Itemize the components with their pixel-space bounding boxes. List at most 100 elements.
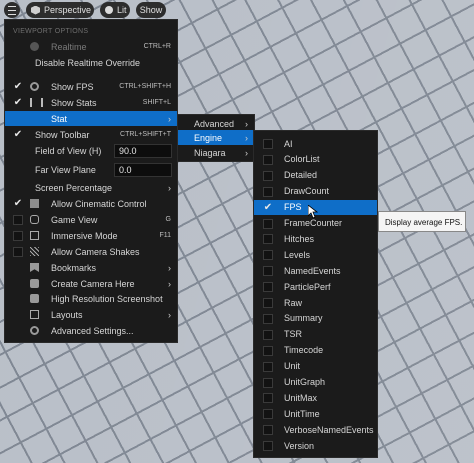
menu-item-show-stats[interactable]: ✔ Show Stats SHIFT+L: [5, 95, 177, 110]
engine-stat-label: DrawCount: [284, 186, 330, 197]
engine-stat-item-unit[interactable]: Unit: [254, 359, 377, 374]
stat-item-advanced[interactable]: Advanced ›: [178, 116, 254, 131]
menu-item-disable-realtime-override[interactable]: Disable Realtime Override: [5, 55, 177, 70]
engine-stat-label: TSR: [284, 329, 302, 340]
screenshot-icon: [30, 294, 39, 303]
layout-icon: [30, 310, 39, 319]
checkbox[interactable]: [263, 329, 273, 340]
menu-item-show-fps[interactable]: ✔ Show FPS CTRL+SHIFT+H: [5, 79, 177, 94]
engine-stat-item-tsr[interactable]: TSR: [254, 327, 377, 342]
chevron-right-icon: ›: [245, 132, 248, 143]
checkbox[interactable]: [263, 441, 273, 452]
stats-icon: [30, 98, 43, 107]
show-fps-shortcut: CTRL+SHIFT+H: [119, 83, 171, 90]
checkbox[interactable]: [263, 282, 273, 293]
engine-stat-label: Levels: [284, 249, 311, 260]
engine-stat-item-hitches[interactable]: Hitches: [254, 231, 377, 246]
menu-item-high-res-screenshot[interactable]: High Resolution Screenshot...: [5, 291, 177, 306]
realtime-shortcut: CTRL+R: [143, 43, 171, 50]
menu-item-allow-cinematic-control[interactable]: ✔ Allow Cinematic Control: [5, 196, 177, 211]
engine-stat-item-unittime[interactable]: UnitTime: [254, 406, 377, 421]
menu-item-show-toolbar[interactable]: ✔ Show Toolbar CTRL+SHIFT+T: [5, 127, 177, 142]
stat-item-niagara[interactable]: Niagara ›: [178, 145, 254, 160]
engine-stat-item-particleperf[interactable]: ParticlePerf: [254, 279, 377, 294]
engine-stat-item-unitgraph[interactable]: UnitGraph: [254, 375, 377, 390]
menu-item-game-view[interactable]: Game View G: [5, 212, 177, 227]
engine-stat-label: ParticlePerf: [284, 281, 331, 292]
stat-item-engine[interactable]: Engine ›: [178, 130, 254, 145]
lit-label: Lit: [117, 5, 127, 15]
lit-button[interactable]: Lit: [100, 2, 130, 18]
engine-stat-item-verbosenamedevents[interactable]: VerboseNamedEvents: [254, 422, 377, 437]
engine-stat-item-unitmax[interactable]: UnitMax: [254, 390, 377, 405]
viewport-options-menu: VIEWPORT OPTIONS Realtime CTRL+R Disable…: [4, 19, 178, 343]
bookmark-icon: [30, 263, 39, 272]
menu-icon: [8, 5, 16, 15]
engine-stat-label: AI: [284, 138, 293, 149]
engine-stat-label: UnitMax: [284, 392, 318, 403]
chevron-right-icon: ›: [168, 182, 171, 193]
engine-stat-item-drawcount[interactable]: DrawCount: [254, 184, 377, 199]
menu-item-screen-percentage[interactable]: Screen Percentage ›: [5, 180, 177, 195]
game-view-label: Game View: [51, 214, 98, 225]
engine-stat-label: Detailed: [284, 170, 318, 181]
cinematic-control-label: Allow Cinematic Control: [51, 198, 147, 209]
checkbox[interactable]: [263, 298, 273, 308]
checkbox[interactable]: [13, 247, 23, 257]
menu-item-create-camera-here[interactable]: Create Camera Here ›: [5, 276, 177, 291]
checkbox[interactable]: [263, 377, 273, 388]
checkbox[interactable]: [13, 215, 23, 225]
far-view-plane-input[interactable]: 0.0: [114, 163, 172, 177]
menu-item-bookmarks[interactable]: Bookmarks ›: [5, 260, 177, 275]
viewport-options-button[interactable]: [4, 2, 20, 18]
show-toolbar-shortcut: CTRL+SHIFT+T: [120, 131, 171, 138]
engine-stat-item-namedevents[interactable]: NamedEvents: [254, 263, 377, 278]
menu-item-layouts[interactable]: Layouts ›: [5, 307, 177, 322]
menu-item-realtime[interactable]: Realtime CTRL+R: [5, 39, 177, 54]
show-toolbar-label: Show Toolbar: [35, 129, 90, 140]
checkbox[interactable]: [263, 154, 273, 165]
engine-stat-item-raw[interactable]: Raw: [254, 295, 377, 310]
advanced-settings-label: Advanced Settings...: [51, 325, 134, 336]
fov-input[interactable]: 90.0: [114, 144, 172, 158]
sphere-icon: [105, 6, 113, 14]
checkbox[interactable]: [263, 186, 273, 197]
engine-stat-item-ai[interactable]: AI: [254, 136, 377, 151]
checkbox[interactable]: [263, 139, 273, 149]
checkmark-icon[interactable]: ✔: [263, 202, 273, 213]
camera-shake-icon: [30, 247, 39, 256]
checkbox[interactable]: [263, 345, 273, 356]
engine-stat-item-colorlist[interactable]: ColorList: [254, 152, 377, 167]
engine-stat-item-timecode[interactable]: Timecode: [254, 343, 377, 358]
checkbox[interactable]: [263, 250, 273, 261]
menu-item-allow-camera-shakes[interactable]: Allow Camera Shakes: [5, 244, 177, 259]
chevron-right-icon: ›: [168, 309, 171, 320]
checkbox[interactable]: [263, 234, 273, 245]
checkbox[interactable]: [263, 218, 273, 229]
engine-stat-item-levels[interactable]: Levels: [254, 247, 377, 262]
checkbox[interactable]: [13, 231, 23, 241]
checkbox[interactable]: [263, 393, 273, 404]
checkbox[interactable]: [263, 170, 273, 181]
realtime-label: Realtime: [51, 41, 87, 52]
menu-item-stat[interactable]: Stat ›: [5, 111, 177, 126]
checkbox[interactable]: [263, 409, 273, 420]
perspective-button[interactable]: Perspective: [26, 2, 94, 18]
menu-item-advanced-settings[interactable]: Advanced Settings...: [5, 323, 177, 338]
show-stats-label: Show Stats: [51, 97, 97, 108]
checkbox[interactable]: [263, 313, 273, 324]
cube-icon: [31, 5, 40, 15]
stat-item-label: Advanced: [194, 118, 235, 129]
checkbox[interactable]: [263, 425, 273, 436]
engine-stat-item-detailed[interactable]: Detailed: [254, 168, 377, 183]
engine-stat-item-version[interactable]: Version: [254, 438, 377, 453]
film-icon: [30, 199, 39, 208]
checkbox[interactable]: [263, 361, 273, 372]
immersive-mode-label: Immersive Mode: [51, 230, 118, 241]
menu-item-immersive-mode[interactable]: Immersive Mode F11: [5, 228, 177, 243]
engine-stat-item-summary[interactable]: Summary: [254, 311, 377, 326]
show-button[interactable]: Show: [136, 2, 166, 18]
stat-item-label: Engine: [194, 132, 223, 143]
checkbox[interactable]: [263, 266, 273, 277]
engine-stat-submenu: AI ColorList Detailed DrawCount ✔ FPS FrameCou…: [253, 130, 378, 458]
